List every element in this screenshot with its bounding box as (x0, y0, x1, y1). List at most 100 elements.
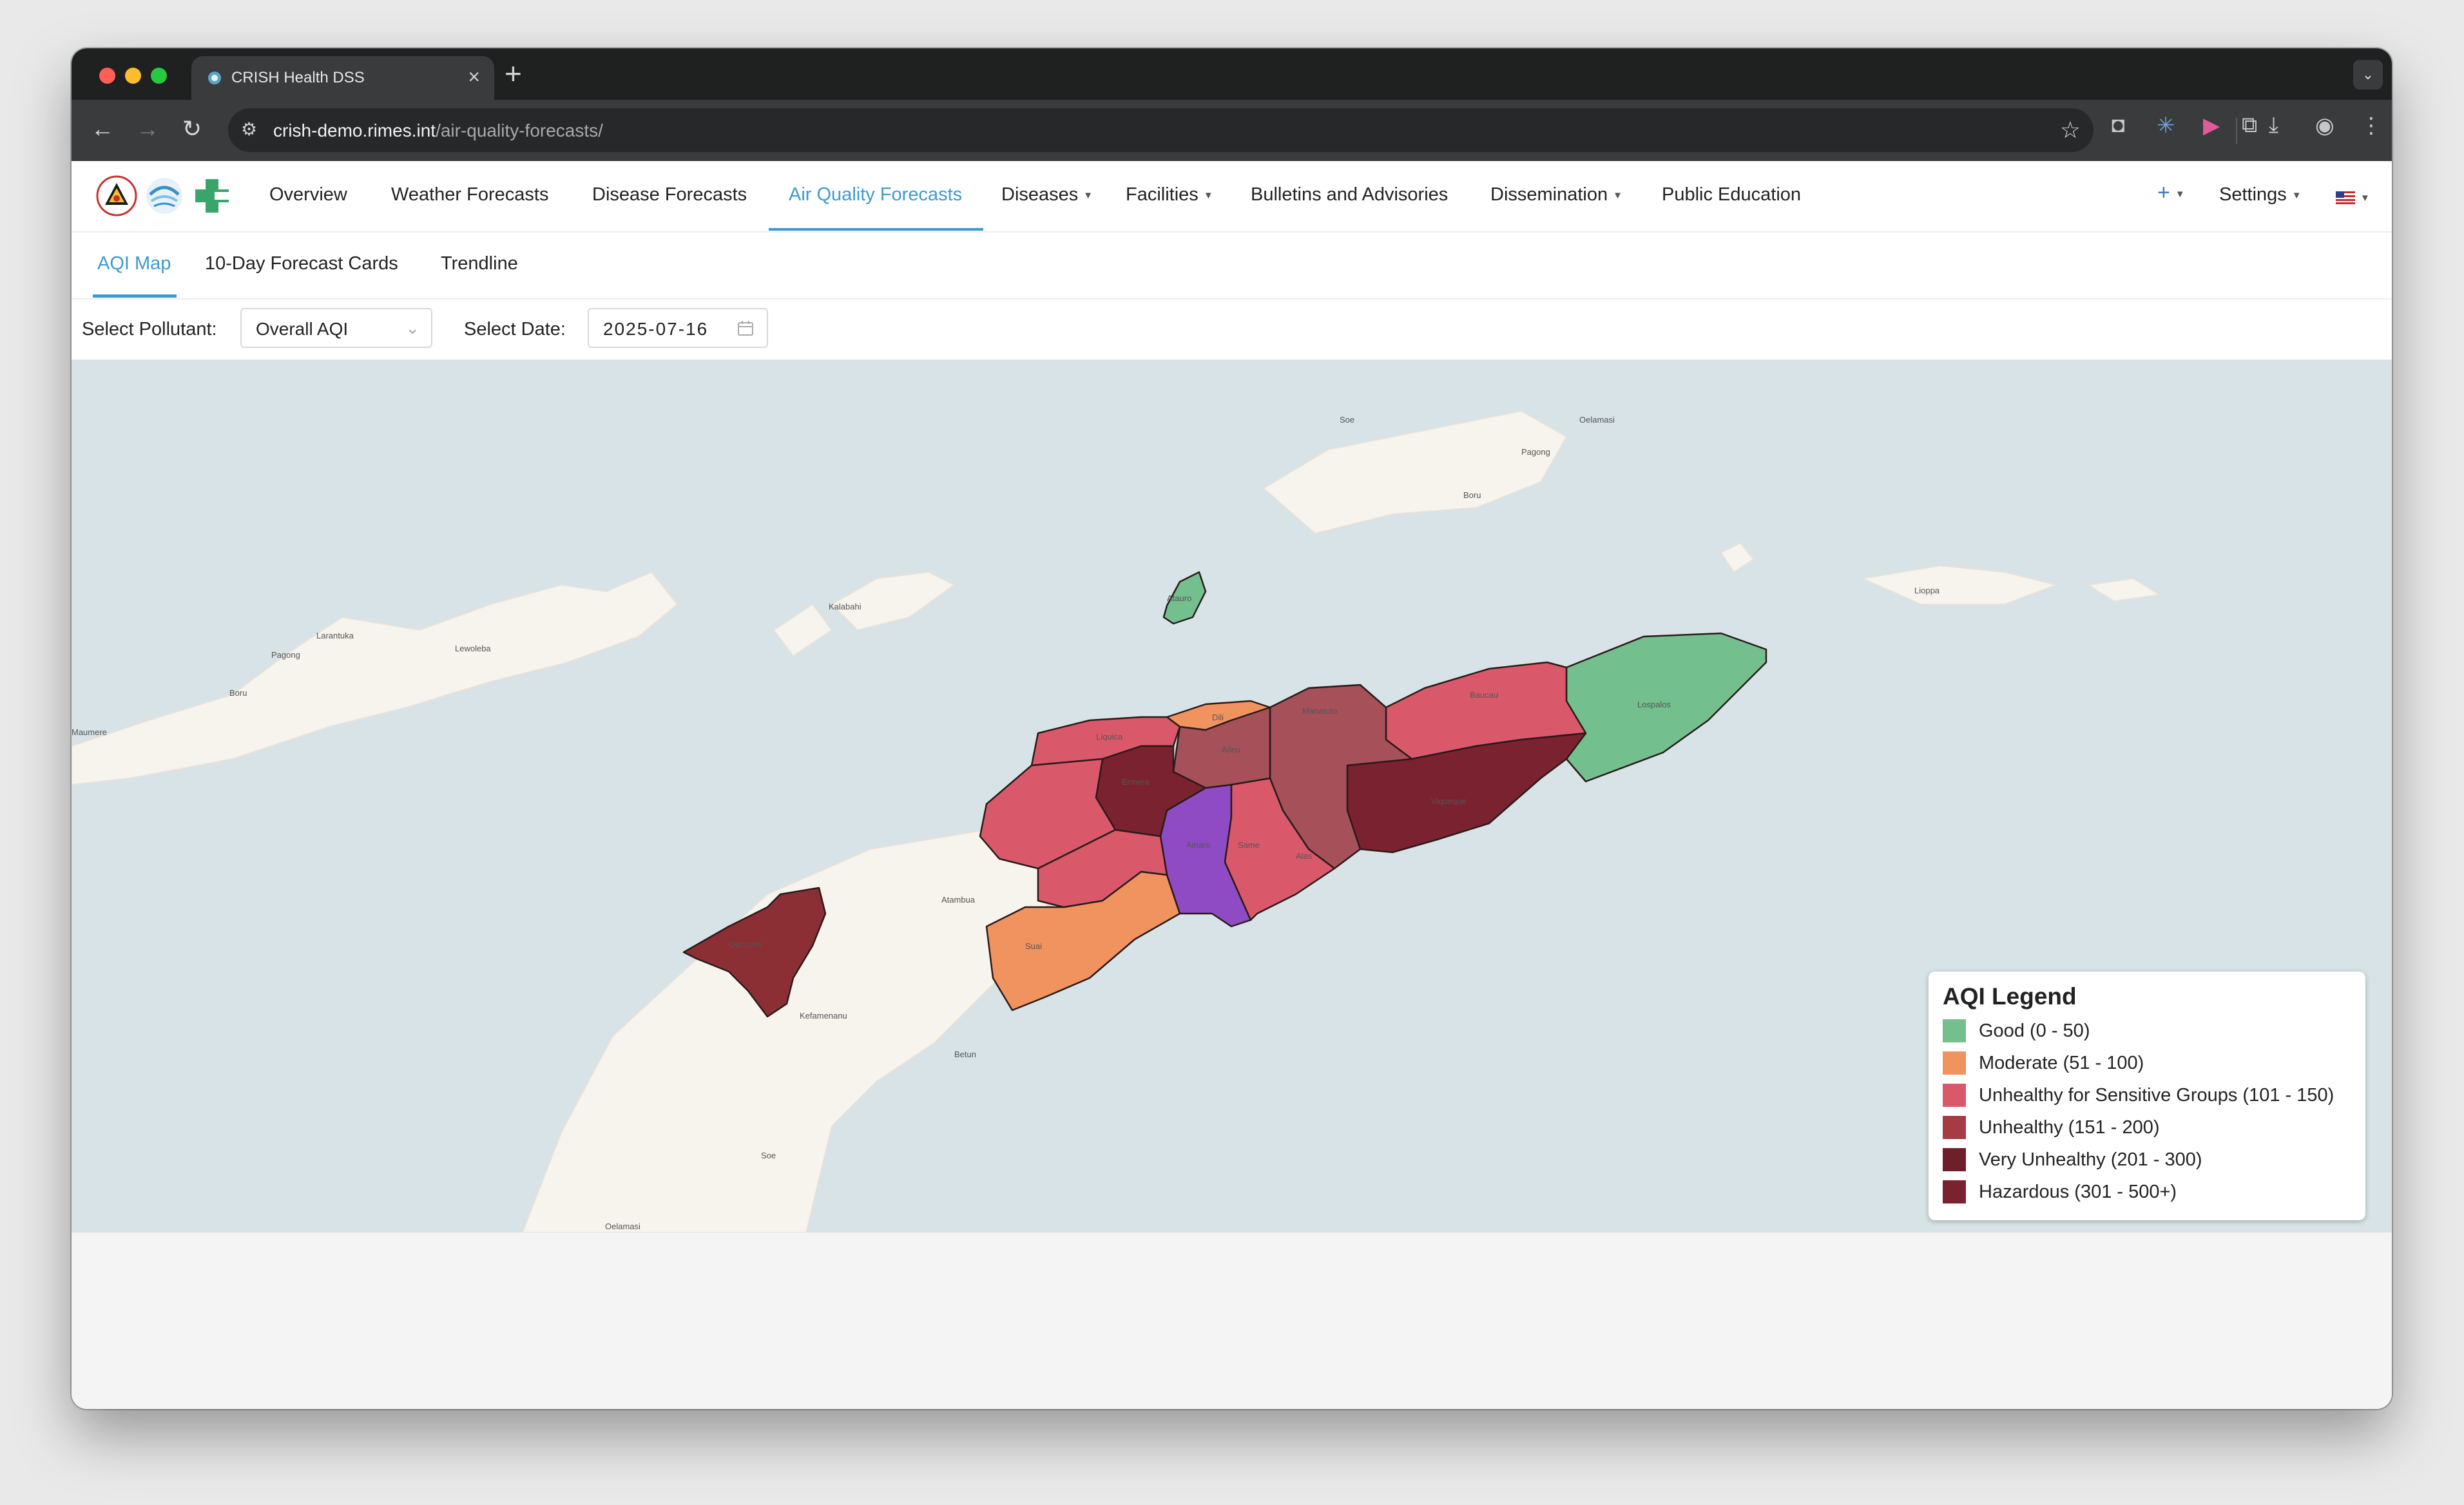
nav-weather-forecasts[interactable]: Weather Forecasts (391, 184, 548, 206)
map-label-baucau: Baucau (1470, 690, 1498, 700)
aqi-map[interactable]: Soe Oelamasi Pagong Boru Lioppa Kalabahi… (72, 359, 2392, 1232)
flores-island (72, 571, 679, 786)
tab-close-icon[interactable]: × (468, 65, 480, 89)
kisar-island (1720, 542, 1755, 573)
meteorology-logo (146, 178, 182, 214)
date-picker-input[interactable]: 2025-07-16 (588, 308, 768, 348)
toolbar-divider (2236, 118, 2237, 144)
site-favicon-icon (208, 72, 221, 84)
active-nav-underline (769, 228, 983, 231)
app-navbar: Overview Weather Forecasts Disease Forec… (72, 161, 2392, 233)
new-tab-button[interactable]: + (505, 56, 522, 91)
minimize-window-button[interactable] (125, 68, 141, 84)
tab-trendline[interactable]: Trendline (441, 253, 518, 274)
government-emblem-logo (96, 175, 137, 216)
nav-dissemination-label: Dissemination (1490, 184, 1608, 205)
pollutant-label: Select Pollutant: (82, 319, 217, 340)
tab-10-day-forecast-cards[interactable]: 10-Day Forecast Cards (205, 253, 398, 274)
caret-down-icon: ▼ (2291, 189, 2302, 201)
map-label-larantuka: Larantuka (316, 631, 354, 640)
pollutant-select[interactable]: Overall AQI ⌄ (240, 308, 432, 348)
map-label-aileu: Aileu (1222, 745, 1240, 754)
map-label-atauro: Atauro (1167, 593, 1191, 603)
reload-icon[interactable]: ↻ (182, 115, 202, 142)
tab-title: CRISH Health DSS (231, 69, 365, 86)
legend-swatch (1943, 1148, 1966, 1171)
map-label-liquica: Liquica (1096, 732, 1123, 742)
settings-dropdown[interactable]: Settings ▼ (2219, 184, 2302, 206)
wetar-island (1262, 410, 1568, 535)
legend-label: Hazardous (301 - 500+) (1979, 1182, 2177, 1202)
nav-diseases-dropdown[interactable]: Diseases ▼ (1001, 184, 1093, 206)
map-label-alas: Alas (1296, 851, 1313, 861)
back-arrow-icon[interactable]: ← (91, 115, 114, 142)
caret-down-icon: ▼ (1613, 189, 1622, 201)
maximize-window-button[interactable] (151, 68, 167, 84)
map-label-oelamasi: Oelamasi (605, 1222, 640, 1231)
legend-swatch (1943, 1051, 1966, 1075)
calendar-icon[interactable] (737, 320, 754, 336)
caret-down-icon: ▼ (1203, 189, 1213, 201)
map-label-lioppa: Soe (1340, 415, 1354, 425)
nav-overview[interactable]: Overview (269, 184, 347, 206)
site-info-icon[interactable]: ⚙ (241, 119, 257, 140)
tab-search-chevron-icon[interactable]: ⌄ (2353, 60, 2383, 90)
legend-swatch (1943, 1084, 1966, 1107)
nav-dissemination-dropdown[interactable]: Dissemination ▼ (1490, 184, 1622, 206)
date-value: 2025-07-16 (603, 319, 709, 339)
download-icon[interactable]: ⤓ (2269, 113, 2278, 138)
map-label-arwala: Oelamasi (1579, 415, 1615, 425)
screen-capture-extension-icon[interactable]: ▶ (2203, 113, 2220, 139)
alor-island (831, 571, 956, 631)
caret-down-icon: ▼ (1083, 189, 1093, 201)
map-label-same: Same (1238, 840, 1260, 850)
legend-swatch (1943, 1019, 1966, 1042)
forward-arrow-icon[interactable]: → (136, 115, 159, 142)
map-label-tiakur: Lioppa (1914, 586, 1940, 595)
nav-bulletins-advisories[interactable]: Bulletins and Advisories (1251, 184, 1448, 206)
browser-tabstrip: CRISH Health DSS × + ⌄ (72, 48, 2392, 100)
chevron-down-icon: ⌄ (405, 318, 419, 338)
legend-label: Unhealthy for Sensitive Groups (101 - 15… (1979, 1085, 2334, 1106)
settings-label: Settings (2219, 184, 2287, 205)
plus-icon: + (2157, 180, 2170, 205)
browser-menu-kebab-icon[interactable]: ⋮ (2360, 113, 2382, 139)
profile-avatar-icon[interactable]: ◉ (2315, 113, 2334, 139)
map-label-ilwaki: Boru (1463, 490, 1481, 500)
legend-label: Very Unhealthy (201 - 300) (1979, 1149, 2202, 1170)
language-selector[interactable]: ▼ (2336, 187, 2370, 208)
camera-icon[interactable]: ◘ (2112, 113, 2125, 138)
aqi-subtabs: AQI Map 10-Day Forecast Cards Trendline (72, 231, 2392, 300)
map-label-atambua: Atambua (941, 895, 976, 905)
map-label-maumere: Maumere (72, 727, 107, 737)
leti-island (1860, 564, 2059, 605)
browser-tab[interactable]: CRISH Health DSS × (191, 56, 494, 100)
sparkle-extension-icon[interactable]: ✳ (2157, 113, 2175, 139)
nav-diseases-label: Diseases (1001, 184, 1079, 205)
pantar-island (773, 603, 833, 657)
active-subtab-underline (93, 294, 177, 298)
map-label-suai: Suai (1025, 941, 1042, 951)
map-label-kefamenanu: Kefamenanu (800, 1011, 847, 1021)
address-bar[interactable]: ⚙ crish-demo.rimes.int/air-quality-forec… (228, 108, 2093, 152)
map-label-dili: Dili (1212, 713, 1224, 722)
legend-label: Unhealthy (151 - 200) (1979, 1117, 2160, 1138)
add-menu-button[interactable]: + ▼ (2157, 180, 2185, 206)
health-ministry-logo (195, 179, 229, 213)
tab-aqi-map[interactable]: AQI Map (97, 253, 171, 274)
url-text[interactable]: crish-demo.rimes.int/air-quality-forecas… (273, 120, 603, 141)
nav-facilities-dropdown[interactable]: Facilities ▼ (1126, 184, 1213, 206)
nav-air-quality-forecasts[interactable]: Air Quality Forecasts (789, 184, 962, 206)
map-label-boru: Boru (229, 688, 247, 698)
moa-island (2086, 577, 2161, 602)
map-label-pagong: Pagong (271, 650, 300, 660)
nav-disease-forecasts[interactable]: Disease Forecasts (592, 184, 747, 206)
map-label-ainaro: Ainaro (1186, 840, 1211, 850)
us-flag-icon (2336, 191, 2355, 205)
nav-public-education[interactable]: Public Education (1662, 184, 1801, 206)
legend-label: Moderate (51 - 100) (1979, 1053, 2144, 1073)
bookmark-star-icon[interactable]: ☆ (2060, 117, 2081, 144)
extensions-puzzle-icon[interactable]: ⧉ (2242, 113, 2257, 138)
close-window-button[interactable] (99, 68, 115, 84)
legend-label: Good (0 - 50) (1979, 1021, 2090, 1041)
